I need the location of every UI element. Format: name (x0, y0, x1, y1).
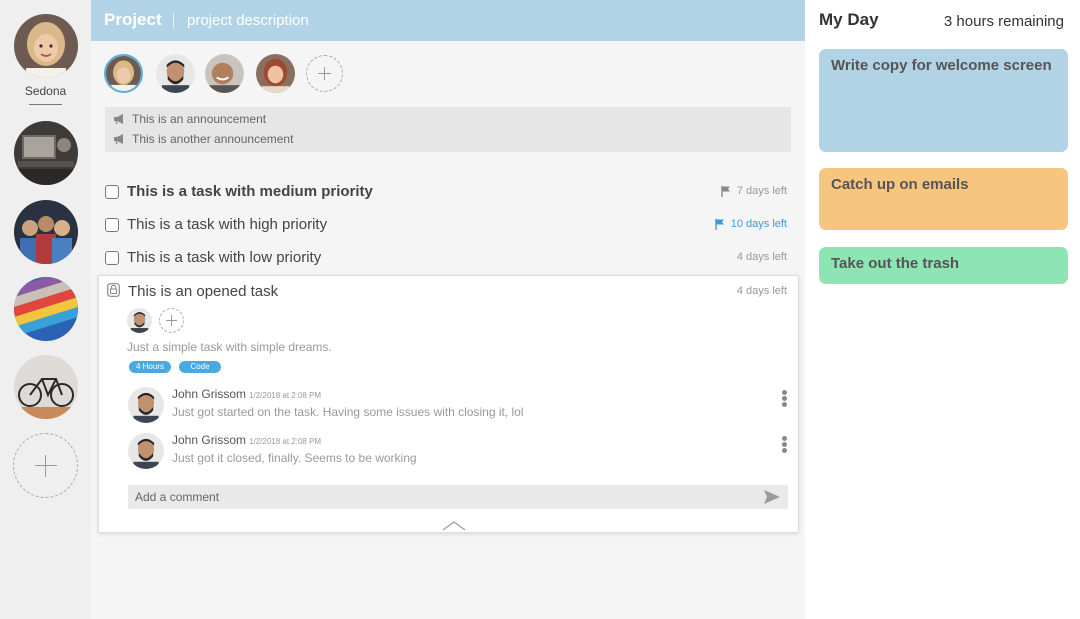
project-sidebar: Sedona (0, 0, 91, 619)
project-title[interactable]: Project (104, 10, 162, 30)
member-avatar[interactable] (156, 54, 195, 93)
send-icon[interactable] (764, 489, 780, 505)
comment-author-name: John Grissom (172, 387, 247, 401)
opened-task-title[interactable]: This is an opened task (128, 283, 278, 300)
task-due-text: 10 days left (730, 218, 787, 230)
comment-author-avatar[interactable] (128, 387, 164, 423)
comment-input[interactable] (128, 485, 748, 509)
add-project-button[interactable] (13, 433, 78, 498)
member-avatar[interactable] (205, 54, 244, 93)
project-avatar-bicycle[interactable] (14, 355, 78, 419)
comment-time: 1/2/2018 at 2:08 PM (249, 437, 322, 446)
megaphone-icon (114, 114, 123, 124)
task-due: 4 days left (737, 251, 787, 263)
opened-task-due: 4 days left (736, 285, 787, 297)
announcements-box: This is an announcement This is another … (105, 107, 791, 152)
task-title[interactable]: This is a task with low priority (127, 249, 321, 266)
kebab-menu-icon[interactable] (782, 436, 788, 453)
hours-remaining: 3 hours remaining (943, 13, 1064, 30)
tag-hours[interactable]: 4 Hours (129, 361, 171, 373)
my-day-panel: My Day 3 hours remaining Write copy for … (805, 0, 1080, 619)
task-checkbox[interactable] (105, 185, 119, 199)
my-day-card[interactable]: Catch up on emails (819, 168, 1068, 230)
task-due-text: 7 days left (736, 185, 787, 197)
project-description[interactable]: project description (187, 12, 309, 29)
comment-item: John Grissom 1/2/2018 at 2:08 PM Just got… (128, 387, 788, 427)
add-assignee-button[interactable] (159, 308, 184, 333)
comment-author-name: John Grissom (172, 433, 247, 447)
flag-icon[interactable] (715, 218, 725, 230)
assignee-avatar[interactable] (127, 308, 152, 333)
announcement-text: This is another announcement (132, 132, 294, 146)
project-header: Project project description (91, 0, 805, 41)
announcement-text: This is an announcement (132, 112, 267, 126)
task-title[interactable]: This is a task with high priority (127, 216, 327, 233)
my-day-title: My Day (819, 10, 879, 29)
collapse-chevron-up-icon[interactable] (442, 521, 466, 531)
add-comment-box (128, 485, 788, 509)
task-row[interactable]: This is a task with medium priority 7 da… (105, 180, 787, 204)
member-avatar[interactable] (104, 54, 143, 93)
tag-code[interactable]: Code (179, 361, 221, 373)
flag-icon[interactable] (721, 185, 731, 197)
member-avatar[interactable] (256, 54, 295, 93)
project-avatar-laptop[interactable] (14, 121, 78, 185)
user-name: Sedona (24, 84, 67, 98)
project-main: Project project description This is an a… (91, 0, 805, 619)
sidebar-divider (29, 104, 62, 105)
add-member-button[interactable] (306, 55, 343, 92)
opened-task-card: This is an opened task 4 days left Just … (98, 275, 799, 533)
header-separator (173, 13, 174, 28)
task-title[interactable]: This is a task with medium priority (127, 183, 373, 200)
announcement-item: This is another announcement (113, 131, 293, 147)
user-avatar[interactable] (14, 14, 78, 78)
task-due: 7 days left (721, 185, 787, 197)
comment-time: 1/2/2018 at 2:08 PM (249, 391, 322, 400)
comment-author: John Grissom 1/2/2018 at 2:08 PM (172, 387, 321, 401)
comment-item: John Grissom 1/2/2018 at 2:08 PM Just got… (128, 433, 788, 473)
comment-author-avatar[interactable] (128, 433, 164, 469)
project-avatar-team[interactable] (14, 200, 78, 264)
announcement-item: This is an announcement (113, 111, 266, 127)
task-row[interactable]: This is a task with high priority 10 day… (105, 213, 787, 237)
my-day-card[interactable]: Write copy for welcome screen (819, 49, 1068, 152)
task-due: 10 days left (715, 218, 787, 230)
megaphone-icon (114, 134, 123, 144)
lock-icon[interactable] (107, 283, 120, 297)
comment-text: Just got it closed, finally. Seems to be… (172, 451, 417, 465)
project-avatar-swatches[interactable] (14, 277, 78, 341)
task-due-text: 4 days left (736, 251, 787, 263)
my-day-card[interactable]: Take out the trash (819, 247, 1068, 284)
opened-task-description[interactable]: Just a simple task with simple dreams. (127, 340, 332, 354)
task-row[interactable]: This is a task with low priority 4 days … (105, 246, 787, 270)
task-checkbox[interactable] (105, 218, 119, 232)
kebab-menu-icon[interactable] (782, 390, 788, 407)
task-checkbox[interactable] (105, 251, 119, 265)
comment-author: John Grissom 1/2/2018 at 2:08 PM (172, 433, 321, 447)
comment-text: Just got started on the task. Having som… (172, 405, 524, 419)
